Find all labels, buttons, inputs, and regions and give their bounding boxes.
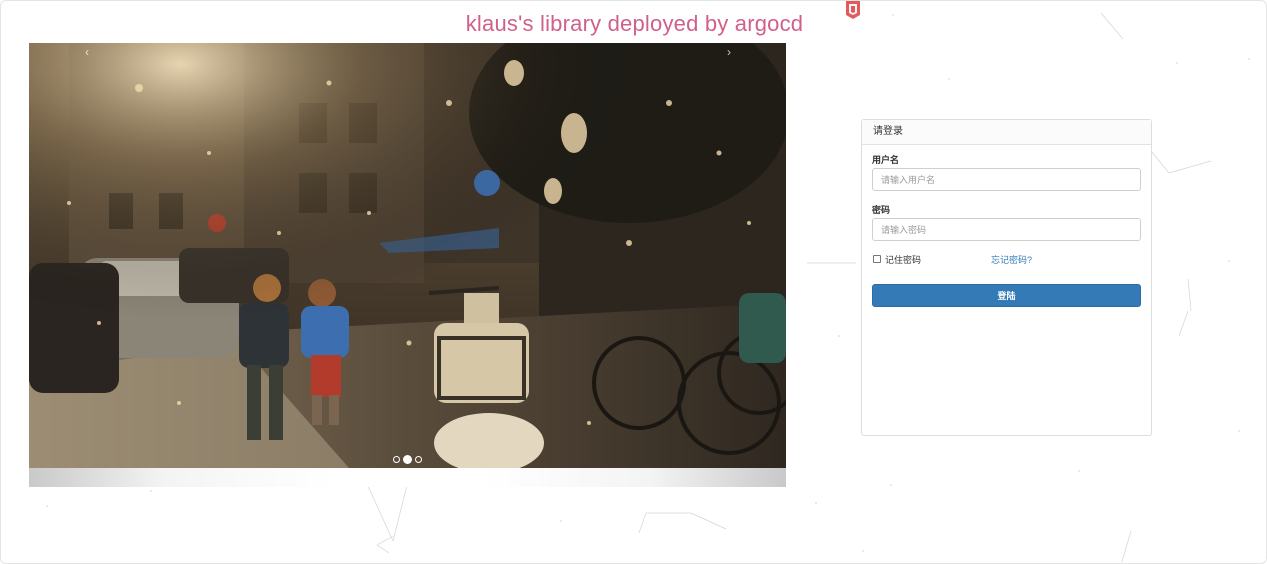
site-title: klaus's library deployed by argocd <box>465 11 804 36</box>
carousel-prev-button[interactable]: ‹ <box>80 45 94 59</box>
carousel-next-button[interactable]: › <box>722 45 736 59</box>
password-input[interactable] <box>872 218 1141 241</box>
carousel-slide: ‹ › <box>29 43 786 468</box>
street-rain-photo <box>29 43 786 468</box>
username-label: 用户名 <box>872 155 900 165</box>
carousel-indicators <box>29 454 786 464</box>
login-panel: 请登录 用户名 密码 记住密码 忘记密码? 登陆 <box>861 119 1152 436</box>
login-panel-heading: 请登录 <box>862 120 1151 145</box>
remember-row: 记住密码 忘记密码? <box>872 252 1141 266</box>
carousel-indicator-3[interactable] <box>415 455 422 463</box>
carousel-indicator-1[interactable] <box>393 455 400 463</box>
username-input[interactable] <box>872 168 1141 191</box>
book-logo-icon <box>846 1 860 19</box>
carousel-indicator-2[interactable] <box>403 454 412 464</box>
remember-label[interactable]: 记住密码 <box>885 253 921 266</box>
carousel-bottom-bar <box>29 468 786 487</box>
login-form: 用户名 密码 记住密码 忘记密码? 登陆 <box>862 145 1151 307</box>
remember-checkbox[interactable] <box>873 255 881 263</box>
login-page: klaus's library deployed by argocd ‹ › 请… <box>0 0 1267 564</box>
image-carousel: ‹ › <box>29 43 786 487</box>
login-button[interactable]: 登陆 <box>872 284 1141 307</box>
forgot-password-link[interactable]: 忘记密码? <box>991 253 1032 266</box>
password-label: 密码 <box>872 205 891 215</box>
